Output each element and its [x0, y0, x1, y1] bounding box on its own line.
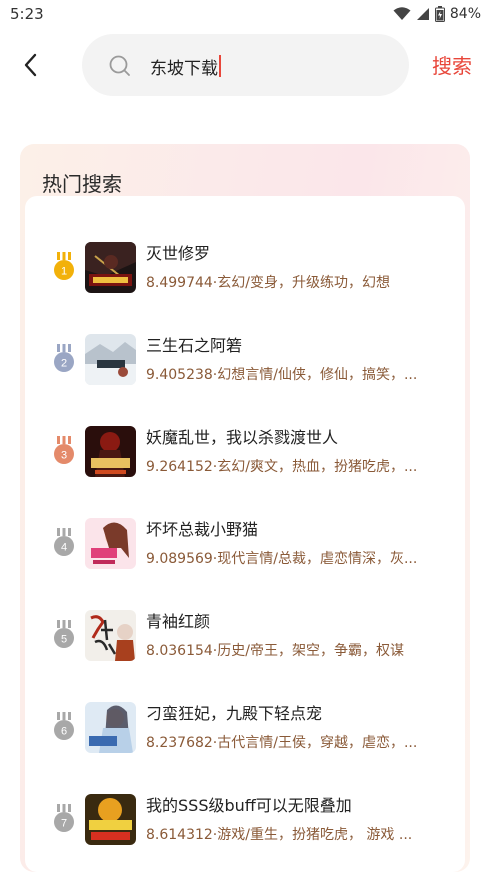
book-title: 刁蛮狂妃，九殿下轻点宠 [146, 704, 323, 723]
rank-medal-icon: 1 [54, 252, 74, 280]
list-item[interactable]: 5 青袖红颜 8.036154·历史/帝王，架空，争霸，权谋 [25, 600, 465, 670]
rank-medal-icon: 4 [54, 528, 74, 556]
rank-number: 7 [61, 818, 67, 830]
list-item[interactable]: 6 刁蛮狂妃，九殿下轻点宠 8.237682·古代言情/王侯，穿越，虐恋，... [25, 692, 465, 762]
list-item[interactable]: 7 我的SSS级buff可以无限叠加 8.614312·游戏/重生，扮猪吃虎， … [25, 784, 465, 854]
chevron-left-icon [24, 53, 37, 77]
rank-number: 3 [61, 450, 67, 462]
status-icons: 84% [393, 4, 481, 24]
hot-search-title: 热门搜索 [42, 172, 122, 196]
text-caret [219, 55, 221, 77]
battery-icon [434, 6, 445, 22]
hot-search-card: 热门搜索 1 灭世修罗 8.499744·玄幻/变身，升级练功，幻想 2 三生石… [20, 144, 470, 872]
book-meta: 8.614312·游戏/重生，扮猪吃虎， 游戏 ... [146, 827, 413, 843]
rank-number: 2 [61, 358, 67, 370]
book-cover [85, 702, 136, 753]
search-button[interactable]: 搜索 [432, 50, 472, 79]
book-meta: 9.089569·现代言情/总裁，虐恋情深，灰... [146, 551, 418, 567]
book-meta: 8.499744·玄幻/变身，升级练功，幻想 [146, 275, 390, 291]
list-item[interactable]: 4 坏坏总裁小野猫 9.089569·现代言情/总裁，虐恋情深，灰... [25, 508, 465, 578]
book-meta: 9.405238·幻想言情/仙侠，修仙，搞笑，... [146, 367, 418, 383]
list-item[interactable]: 1 灭世修罗 8.499744·玄幻/变身，升级练功，幻想 [25, 232, 465, 302]
status-time: 5:23 [10, 5, 44, 23]
wifi-icon [393, 7, 411, 20]
book-title: 妖魔乱世，我以杀戮渡世人 [146, 428, 339, 447]
book-title: 坏坏总裁小野猫 [146, 520, 259, 539]
rank-number: 6 [61, 726, 67, 738]
book-meta: 9.264152·玄幻/爽文，热血，扮猪吃虎，... [146, 459, 418, 475]
list-item[interactable]: 2 三生石之阿箬 9.405238·幻想言情/仙侠，修仙，搞笑，... [25, 324, 465, 394]
book-title: 灭世修罗 [146, 244, 211, 263]
book-cover [85, 242, 136, 293]
book-cover [85, 334, 136, 385]
book-title: 我的SSS级buff可以无限叠加 [146, 796, 352, 815]
rank-medal-icon: 6 [54, 712, 74, 740]
book-meta: 8.036154·历史/帝王，架空，争霸，权谋 [146, 643, 404, 659]
book-cover [85, 794, 136, 845]
book-title: 三生石之阿箬 [146, 336, 243, 355]
rank-number: 1 [61, 266, 67, 278]
book-meta: 8.237682·古代言情/王侯，穿越，虐恋，... [146, 735, 418, 751]
book-cover [85, 518, 136, 569]
rank-number: 5 [61, 634, 67, 646]
list-item[interactable]: 3 妖魔乱世，我以杀戮渡世人 9.264152·玄幻/爽文，热血，扮猪吃虎，..… [25, 416, 465, 486]
back-button[interactable] [14, 48, 48, 82]
battery-percent: 84% [449, 6, 481, 22]
rank-medal-icon: 7 [54, 804, 74, 832]
book-title: 青袖红颜 [146, 612, 211, 631]
hot-search-list: 1 灭世修罗 8.499744·玄幻/变身，升级练功，幻想 2 三生石之阿箬 9… [25, 196, 465, 872]
status-bar: 5:23 84% [0, 0, 491, 28]
signal-icon [416, 8, 429, 20]
search-query-text: 东坡下载 [150, 58, 218, 79]
search-header: 东坡下载 搜索 [0, 30, 491, 100]
rank-medal-icon: 5 [54, 620, 74, 648]
search-field-value[interactable]: 东坡下载 [150, 54, 221, 79]
rank-medal-icon: 2 [54, 344, 74, 372]
book-cover [85, 610, 136, 661]
rank-number: 4 [61, 542, 67, 554]
search-icon [109, 55, 130, 76]
rank-medal-icon: 3 [54, 436, 74, 464]
book-cover [85, 426, 136, 477]
search-input[interactable]: 东坡下载 [82, 34, 409, 96]
